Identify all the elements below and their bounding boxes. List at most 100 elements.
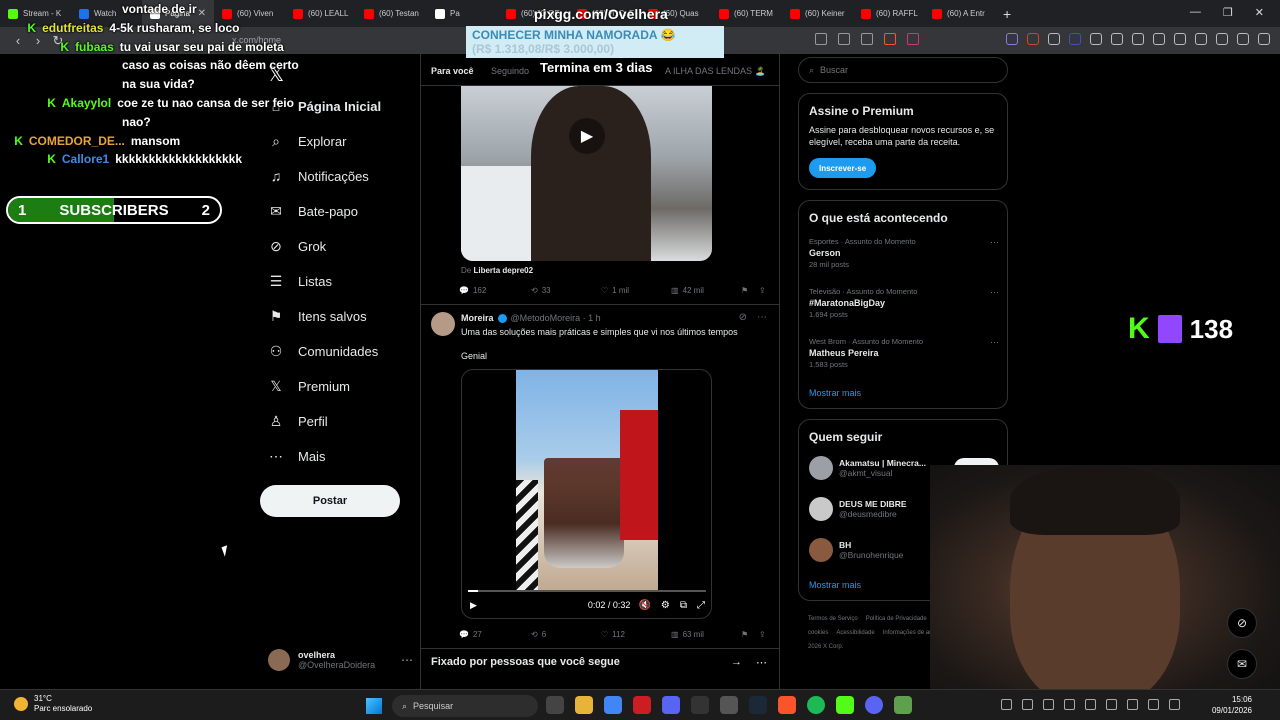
grok-icon[interactable]: ⊘	[739, 312, 747, 323]
sidebar-item-perfil[interactable]: ♙ Perfil	[268, 411, 328, 431]
suggestion-name[interactable]: DEUS ME DIBRE	[839, 499, 907, 509]
account-switcher[interactable]: ovelhera @OvelheraDoidera ⋯	[268, 649, 413, 671]
bookmark-icon[interactable]: ⚑	[741, 286, 759, 295]
more-icon[interactable]: ⋯	[990, 237, 999, 248]
mute-icon[interactable]: 🔇	[638, 600, 650, 611]
network-icon[interactable]	[1148, 699, 1159, 710]
sidebar-item-explorar[interactable]: ⌕ Explorar	[268, 131, 346, 151]
views-button[interactable]: ▥ 63 mil	[671, 630, 741, 639]
more-icon[interactable]: ⋯	[990, 287, 999, 298]
extension-icon-2[interactable]	[1027, 33, 1039, 45]
arrow-right-icon[interactable]: →	[731, 656, 742, 669]
extension-icon-3[interactable]	[1048, 33, 1060, 45]
brave-icon[interactable]	[778, 696, 796, 714]
grok-icon[interactable]: ⊘	[1227, 608, 1257, 638]
avatar[interactable]	[809, 497, 833, 521]
wallet-icon[interactable]	[1195, 33, 1207, 45]
task-view-icon[interactable]	[546, 696, 564, 714]
zoom-icon[interactable]	[838, 33, 850, 45]
menu-icon[interactable]	[1258, 33, 1270, 45]
file-explorer-icon[interactable]	[575, 696, 593, 714]
extension-icon-6[interactable]	[1111, 33, 1123, 45]
music-icon[interactable]	[1153, 33, 1165, 45]
search-input[interactable]	[820, 65, 981, 75]
app-icon[interactable]	[662, 696, 680, 714]
extension-icon-4[interactable]	[1069, 33, 1081, 45]
trend-item[interactable]: West Brom · Assunto do Momento Matheus P…	[809, 337, 999, 369]
browser-tab[interactable]: (60) TERM	[711, 0, 782, 27]
pip-icon[interactable]: ⧉	[680, 600, 687, 611]
browser-tab[interactable]: (60) Keiner	[782, 0, 853, 27]
close-window-icon[interactable]: ✕	[1255, 6, 1264, 19]
reply-button[interactable]: 💬 27	[459, 630, 531, 639]
tab-community[interactable]: A ILHA DAS LENDAS 🏝️	[665, 66, 766, 77]
sidebar-item-notifica-es[interactable]: ♫ Notificações	[268, 166, 369, 186]
screen-icon[interactable]	[815, 33, 827, 45]
maximize-icon[interactable]: ❐	[1223, 6, 1233, 19]
bookmark-icon[interactable]: ⚑	[741, 630, 759, 639]
more-icon[interactable]: ⋯	[757, 312, 767, 323]
fullscreen-icon[interactable]: ⤢	[697, 600, 705, 611]
app-icon[interactable]	[691, 696, 709, 714]
browser-tab[interactable]: (60) LEALL	[285, 0, 356, 27]
mail-icon[interactable]: ✉	[1227, 649, 1257, 679]
suggestion-name[interactable]: BH	[839, 540, 903, 550]
reply-button[interactable]: 💬 162	[459, 286, 531, 295]
avatar[interactable]	[431, 312, 455, 336]
steam-icon[interactable]	[749, 696, 767, 714]
minimize-icon[interactable]: —	[1190, 6, 1201, 19]
leo-icon[interactable]	[1216, 33, 1228, 45]
bluetooth-icon[interactable]	[1106, 699, 1117, 710]
avatar[interactable]	[809, 456, 833, 480]
spotify-icon[interactable]	[807, 696, 825, 714]
browser-tab[interactable]: Pa	[427, 0, 498, 27]
tab-following[interactable]: Seguindo	[491, 66, 529, 76]
share-icon[interactable]	[861, 33, 873, 45]
share-icon[interactable]: ⇪	[759, 286, 766, 295]
microphone-icon[interactable]	[1127, 699, 1138, 710]
browser-tab[interactable]: (60) A Entr	[924, 0, 995, 27]
opera-icon[interactable]	[633, 696, 651, 714]
sidebar-item-comunidades[interactable]: ⚇ Comunidades	[268, 341, 379, 361]
footer-link[interactable]: Acessibilidade	[836, 630, 874, 636]
sidebar-icon[interactable]	[1174, 33, 1186, 45]
tray-chevron-icon[interactable]	[1001, 699, 1012, 710]
settings-icon[interactable]: ⚙	[661, 600, 670, 611]
weather-widget[interactable]: 31°C Parc ensolarado	[14, 694, 92, 714]
back-icon[interactable]: ‹	[8, 33, 28, 48]
subscribe-button[interactable]: Inscrever-se	[809, 158, 877, 178]
vpn-icon[interactable]	[1237, 33, 1249, 45]
play-icon[interactable]: ▶	[569, 118, 605, 154]
tray-app-icon[interactable]	[1064, 699, 1075, 710]
browser-tab[interactable]: (60) RAFFL	[853, 0, 924, 27]
browser-tab[interactable]: (60) Testan	[356, 0, 427, 27]
show-more-link[interactable]: Mostrar mais	[809, 388, 861, 398]
like-button[interactable]: ♡ 112	[601, 630, 671, 639]
more-icon[interactable]: ⋯	[990, 337, 999, 348]
notes-icon[interactable]	[894, 696, 912, 714]
forward-icon[interactable]: ›	[28, 33, 48, 48]
extension-icon-1[interactable]	[1006, 33, 1018, 45]
post-button[interactable]: Postar	[260, 485, 400, 517]
footer-link[interactable]: Política de Privacidade	[866, 616, 927, 622]
avatar[interactable]	[809, 538, 833, 562]
views-button[interactable]: ▥ 42 mil	[671, 286, 741, 295]
play-icon[interactable]: ▶	[470, 600, 477, 611]
sidebar-item-listas[interactable]: ☰ Listas	[268, 271, 332, 291]
more-icon[interactable]: ⋯	[756, 656, 767, 669]
extension-icon-7[interactable]	[1132, 33, 1144, 45]
video-progress-bar[interactable]	[468, 590, 706, 592]
tab-for-you[interactable]: Para você	[431, 66, 474, 76]
kick-icon[interactable]	[836, 696, 854, 714]
more-icon[interactable]: ⋯	[401, 653, 413, 667]
taskbar-search[interactable]: ⌕ Pesquisar	[392, 695, 538, 717]
like-button[interactable]: ♡ 1 mil	[601, 286, 671, 295]
rewards-icon[interactable]	[907, 33, 919, 45]
tray-app-icon[interactable]	[1043, 699, 1054, 710]
trend-item[interactable]: Televisão · Assunto do Momento #Maratona…	[809, 287, 999, 319]
author-name[interactable]: Moreira	[461, 313, 494, 323]
trend-item[interactable]: Esportes · Assunto do Momento Gerson 28 …	[809, 237, 999, 269]
sidebar-item-mais[interactable]: ⋯ Mais	[268, 446, 325, 466]
discord-icon[interactable]	[865, 696, 883, 714]
tweet-video[interactable]: ▶ 0:02 / 0:32 🔇 ⚙ ⧉ ⤢	[461, 369, 712, 619]
